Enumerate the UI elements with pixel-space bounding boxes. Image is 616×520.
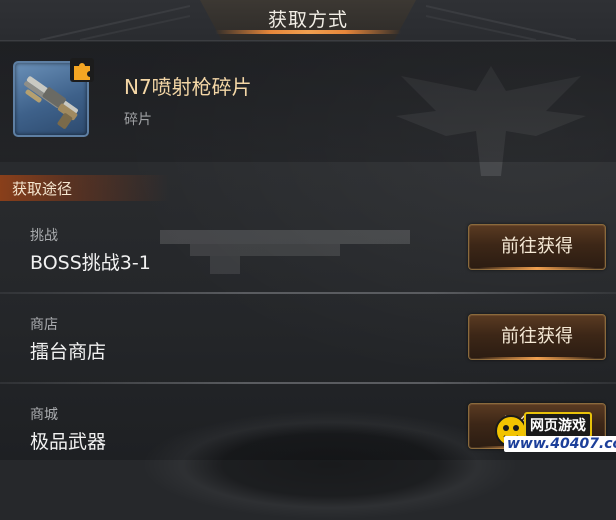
- route-name: BOSS挑战3-1: [30, 252, 151, 274]
- route-row: 商店 擂台商店 前往获得: [0, 294, 616, 383]
- watermark-url: www.40407.com: [504, 436, 616, 452]
- section-label: 获取途径: [12, 180, 73, 198]
- item-type: 碎片: [124, 112, 152, 128]
- site-watermark: 网页游戏 www.40407.com: [494, 412, 616, 458]
- item-name: N7喷射枪碎片: [124, 75, 252, 99]
- route-category: 挑战: [30, 228, 58, 244]
- goto-obtain-button[interactable]: 前往获得: [468, 224, 606, 270]
- route-name: 极品武器: [30, 431, 107, 453]
- route-category: 商店: [30, 317, 58, 333]
- watermark-title: 网页游戏: [524, 412, 592, 438]
- puzzle-piece-icon: [70, 58, 94, 82]
- header-bar: 获取方式: [0, 0, 616, 41]
- route-name: 擂台商店: [30, 341, 107, 363]
- route-category: 商城: [30, 407, 58, 423]
- route-row: 挑战 BOSS挑战3-1 前往获得: [0, 203, 616, 292]
- page-title: 获取方式: [267, 9, 348, 31]
- goto-obtain-button[interactable]: 前往获得: [468, 314, 606, 360]
